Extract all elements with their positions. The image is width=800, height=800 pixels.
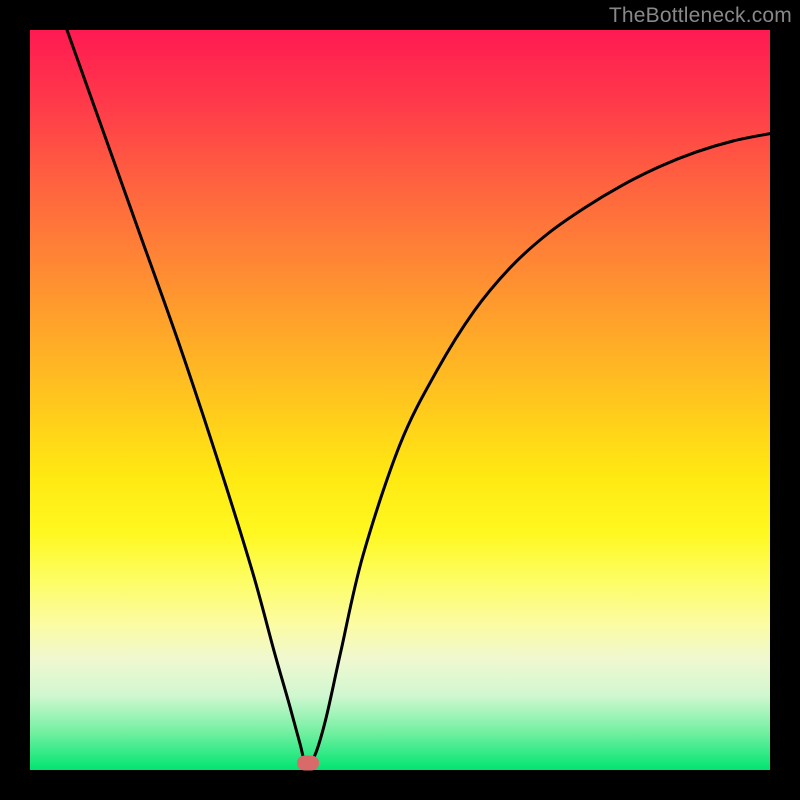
chart-container: TheBottleneck.com [0, 0, 800, 800]
watermark-text: TheBottleneck.com [609, 4, 792, 28]
optimal-point-marker [297, 755, 319, 770]
bottleneck-curve [30, 30, 770, 770]
plot-area [30, 30, 770, 770]
